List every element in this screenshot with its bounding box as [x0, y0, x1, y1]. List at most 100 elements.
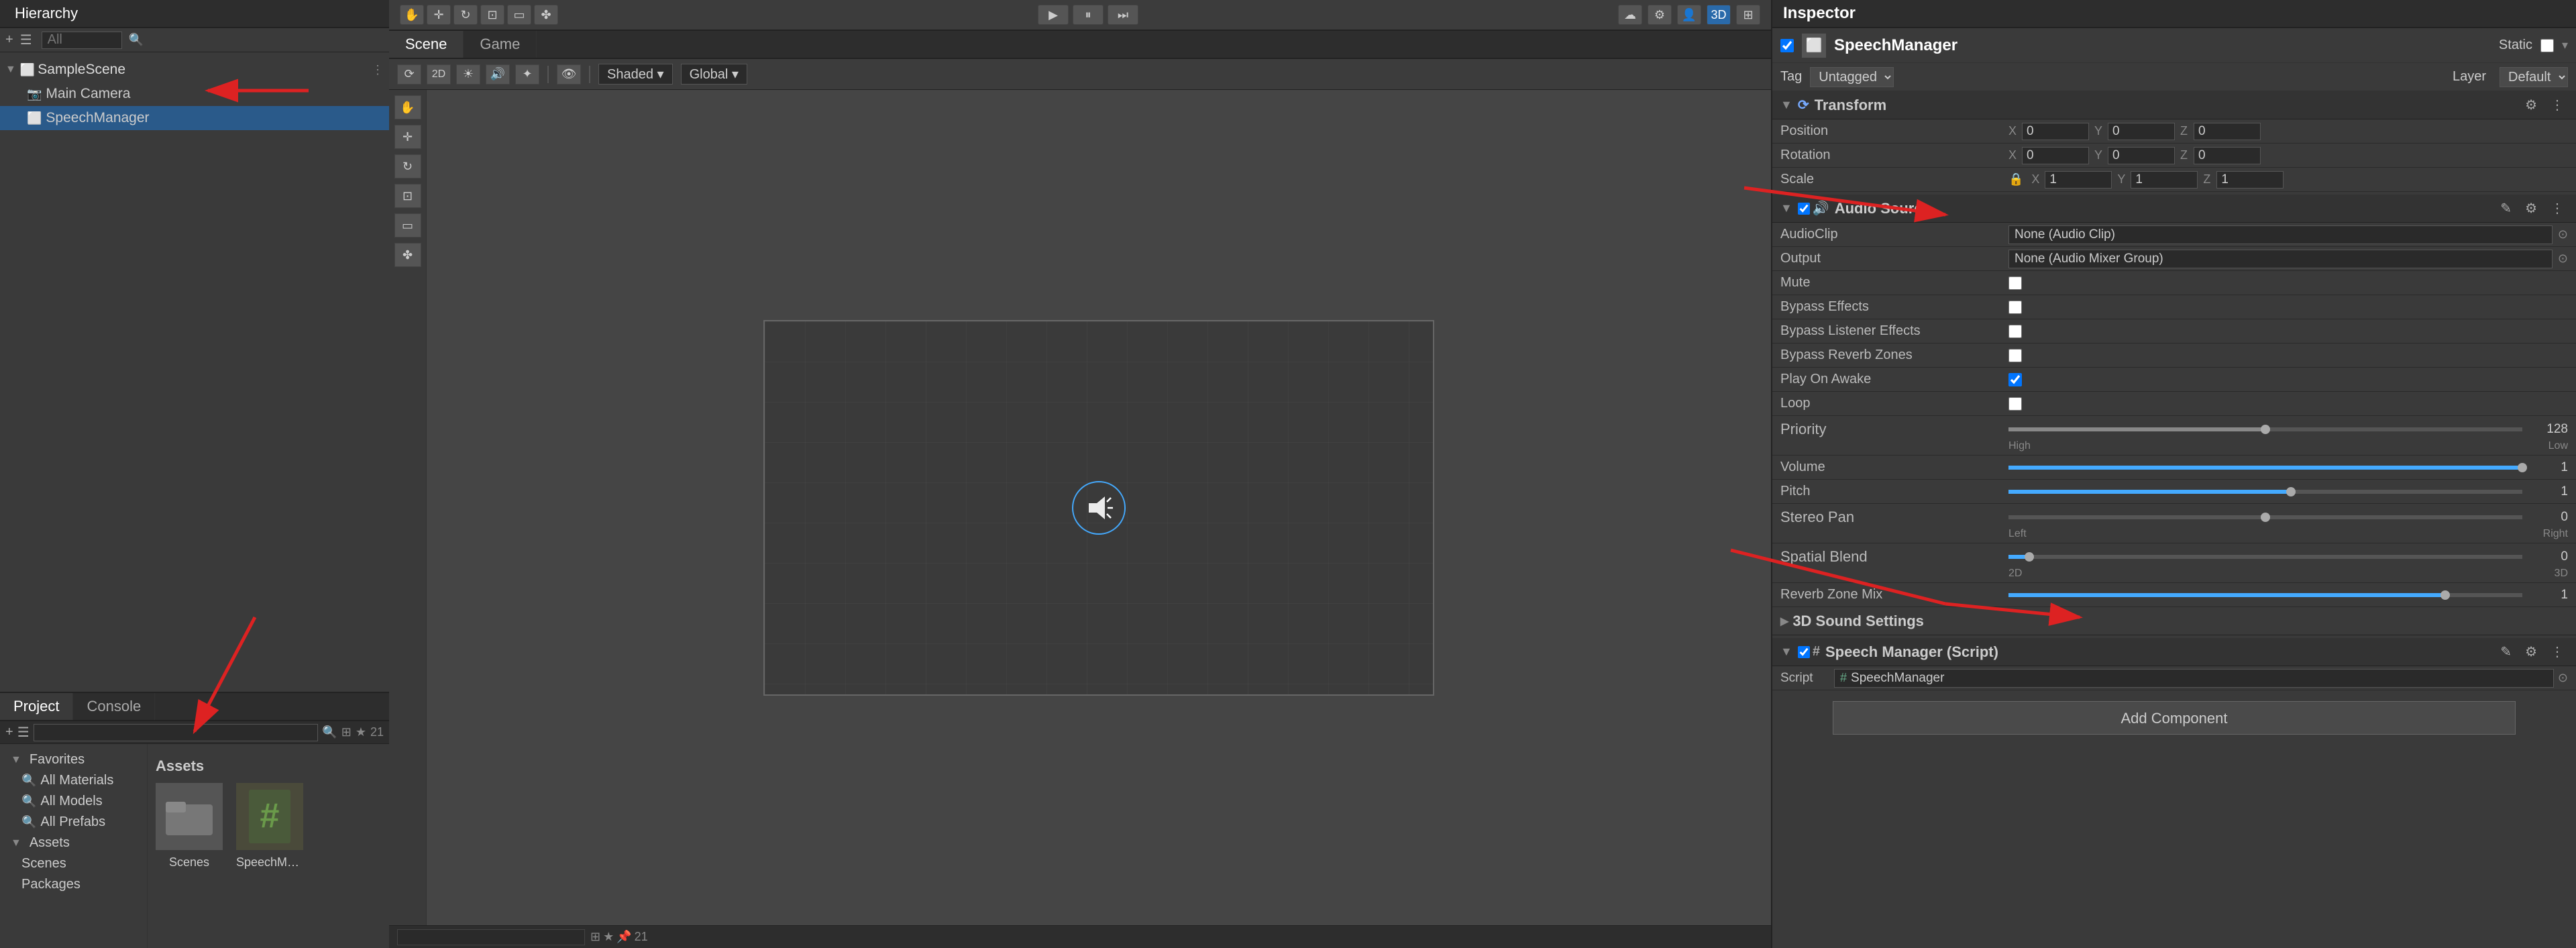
scene-menu-icon[interactable]: ⋮ [372, 63, 384, 77]
tag-dropdown[interactable]: Untagged [1810, 67, 1894, 87]
pitch-thumb[interactable] [2286, 487, 2296, 496]
project-menu-btn[interactable]: ☰ [17, 724, 30, 741]
audio-source-enabled-checkbox[interactable] [1798, 203, 1810, 215]
add-component-button[interactable]: Add Component [1833, 701, 2516, 735]
rotation-z-input[interactable] [2194, 147, 2261, 164]
scene-light-btn[interactable]: ☀ [456, 64, 480, 85]
scale-z-input[interactable] [2216, 171, 2284, 189]
project-layout-icon[interactable]: ⊞ [341, 725, 352, 739]
scenes-item[interactable]: Scenes [5, 853, 142, 874]
volume-thumb[interactable] [2518, 463, 2527, 472]
audio-source-section-header[interactable]: ▼ 🔊 Audio Source ✎ ⚙ ⋮ [1772, 195, 2576, 223]
rotation-x-input[interactable] [2022, 147, 2089, 164]
move-tool-btn[interactable]: ✛ [427, 5, 451, 25]
speech-manager-edit-btn[interactable]: ✎ [2496, 642, 2516, 662]
loop-checkbox[interactable] [2008, 397, 2022, 411]
static-dropdown-arrow[interactable]: ▾ [2562, 38, 2568, 52]
speech-manager-section-header[interactable]: ▼ # Speech Manager (Script) ✎ ⚙ ⋮ [1772, 638, 2576, 666]
audio-source-settings-btn[interactable]: ⚙ [2521, 199, 2541, 218]
output-target-icon[interactable]: ⊙ [2558, 252, 2568, 266]
project-tab[interactable]: Project [0, 693, 73, 720]
pitch-slider[interactable] [2008, 490, 2522, 494]
hierarchy-menu-btn[interactable]: ☰ [20, 32, 32, 48]
scale-x-input[interactable] [2045, 171, 2112, 189]
position-y-input[interactable] [2108, 123, 2175, 140]
scene-hand-btn[interactable]: ✋ [394, 95, 421, 119]
bypass-listener-checkbox[interactable] [2008, 325, 2022, 338]
scene-tab[interactable]: Scene [389, 31, 464, 58]
asset-item-speechmanager[interactable]: # SpeechMa... [236, 783, 303, 870]
layout-btn[interactable]: ⊞ [1736, 5, 1760, 25]
favorites-item[interactable]: ▼ Favorites [5, 749, 142, 770]
scene-viewport[interactable]: ✋ ✛ ↻ ⊡ ▭ ✤ [389, 90, 1771, 925]
object-active-checkbox[interactable] [1780, 39, 1794, 52]
scene-vfx-btn[interactable]: ✦ [515, 64, 539, 85]
static-checkbox[interactable] [2540, 39, 2554, 52]
pause-btn[interactable]: ⏸ [1073, 5, 1104, 25]
scale-tool-btn[interactable]: ⊡ [480, 5, 504, 25]
services-btn[interactable]: ⚙ [1648, 5, 1672, 25]
script-target-icon[interactable]: ⊙ [2558, 671, 2568, 685]
mute-checkbox[interactable] [2008, 276, 2022, 290]
bypass-effects-checkbox[interactable] [2008, 301, 2022, 314]
hierarchy-scene-item[interactable]: ▼ ⬜ SampleScene ⋮ [0, 58, 389, 82]
layers-btn[interactable]: 3D [1707, 5, 1731, 25]
scene-move-btn[interactable]: ✛ [394, 125, 421, 149]
transform-section-header[interactable]: ▼ ⟳ Transform ⚙ ⋮ [1772, 91, 2576, 119]
hand-tool-btn[interactable]: ✋ [400, 5, 424, 25]
transform-tool-btn[interactable]: ✤ [534, 5, 558, 25]
layer-dropdown[interactable]: Default [2500, 67, 2568, 87]
rect-tool-btn[interactable]: ▭ [507, 5, 531, 25]
stereo-pan-thumb[interactable] [2261, 513, 2270, 522]
project-star-icon[interactable]: ★ [356, 725, 366, 739]
speech-manager-context-btn[interactable]: ⋮ [2546, 642, 2568, 662]
scale-y-input[interactable] [2131, 171, 2198, 189]
console-tab[interactable]: Console [73, 693, 155, 720]
scene-audio-btn[interactable]: 🔊 [486, 64, 510, 85]
scene-all-btn[interactable]: ✤ [394, 243, 421, 267]
assets-item[interactable]: ▼ Assets [5, 833, 142, 853]
rotation-y-input[interactable] [2108, 147, 2175, 164]
play-on-awake-checkbox[interactable] [2008, 373, 2022, 386]
scene-2d-btn[interactable]: 2D [427, 64, 451, 85]
speech-manager-enabled-checkbox[interactable] [1798, 646, 1810, 658]
hierarchy-item-camera[interactable]: 📷 Main Camera [0, 82, 389, 106]
shading-mode-dropdown[interactable]: Shaded ▾ [598, 64, 673, 85]
all-materials-item[interactable]: 🔍 All Materials [5, 770, 142, 791]
volume-slider[interactable] [2008, 466, 2522, 470]
position-z-input[interactable] [2194, 123, 2261, 140]
spatial-blend-thumb[interactable] [2025, 552, 2034, 562]
audioclip-target-icon[interactable]: ⊙ [2558, 227, 2568, 242]
scene-rotate-btn[interactable]: ↻ [394, 154, 421, 178]
scene-gizmo-btn[interactable]: ⟳ [397, 64, 421, 85]
reverb-zone-thumb[interactable] [2440, 590, 2450, 600]
hierarchy-item-speechmanager[interactable]: ⬜ SpeechManager [0, 106, 389, 130]
collab-btn[interactable]: ☁ [1618, 5, 1642, 25]
scene-object-speechmanager[interactable] [1079, 488, 1119, 528]
position-x-input[interactable] [2022, 123, 2089, 140]
bypass-reverb-checkbox[interactable] [2008, 349, 2022, 362]
packages-item[interactable]: Packages [5, 874, 142, 895]
hierarchy-add-btn[interactable]: + [5, 32, 13, 48]
all-prefabs-item[interactable]: 🔍 All Prefabs [5, 812, 142, 833]
rotate-tool-btn[interactable]: ↻ [453, 5, 478, 25]
stereo-pan-slider[interactable] [2008, 515, 2522, 519]
priority-thumb[interactable] [2261, 425, 2270, 434]
transform-settings-btn[interactable]: ⚙ [2521, 95, 2541, 115]
audio-source-context-btn[interactable]: ⋮ [2546, 199, 2568, 218]
grid-mode-dropdown[interactable]: Global ▾ [681, 64, 747, 85]
reverb-zone-slider[interactable] [2008, 593, 2522, 597]
play-btn[interactable]: ▶ [1038, 5, 1069, 25]
speech-manager-settings-btn[interactable]: ⚙ [2521, 642, 2541, 662]
scene-scale-btn[interactable]: ⊡ [394, 184, 421, 208]
output-field[interactable]: None (Audio Mixer Group) [2008, 250, 2553, 268]
spatial-blend-slider[interactable] [2008, 555, 2522, 559]
3d-sound-section-header[interactable]: ▶ 3D Sound Settings [1772, 607, 2576, 635]
project-search[interactable] [34, 724, 319, 741]
transform-context-btn[interactable]: ⋮ [2546, 95, 2568, 115]
audioclip-field[interactable]: None (Audio Clip) [2008, 225, 2553, 244]
scene-search-input[interactable] [397, 929, 585, 945]
scene-rect-btn[interactable]: ▭ [394, 213, 421, 238]
step-btn[interactable]: ⏭ [1108, 5, 1138, 25]
project-add-btn[interactable]: + [5, 725, 13, 740]
